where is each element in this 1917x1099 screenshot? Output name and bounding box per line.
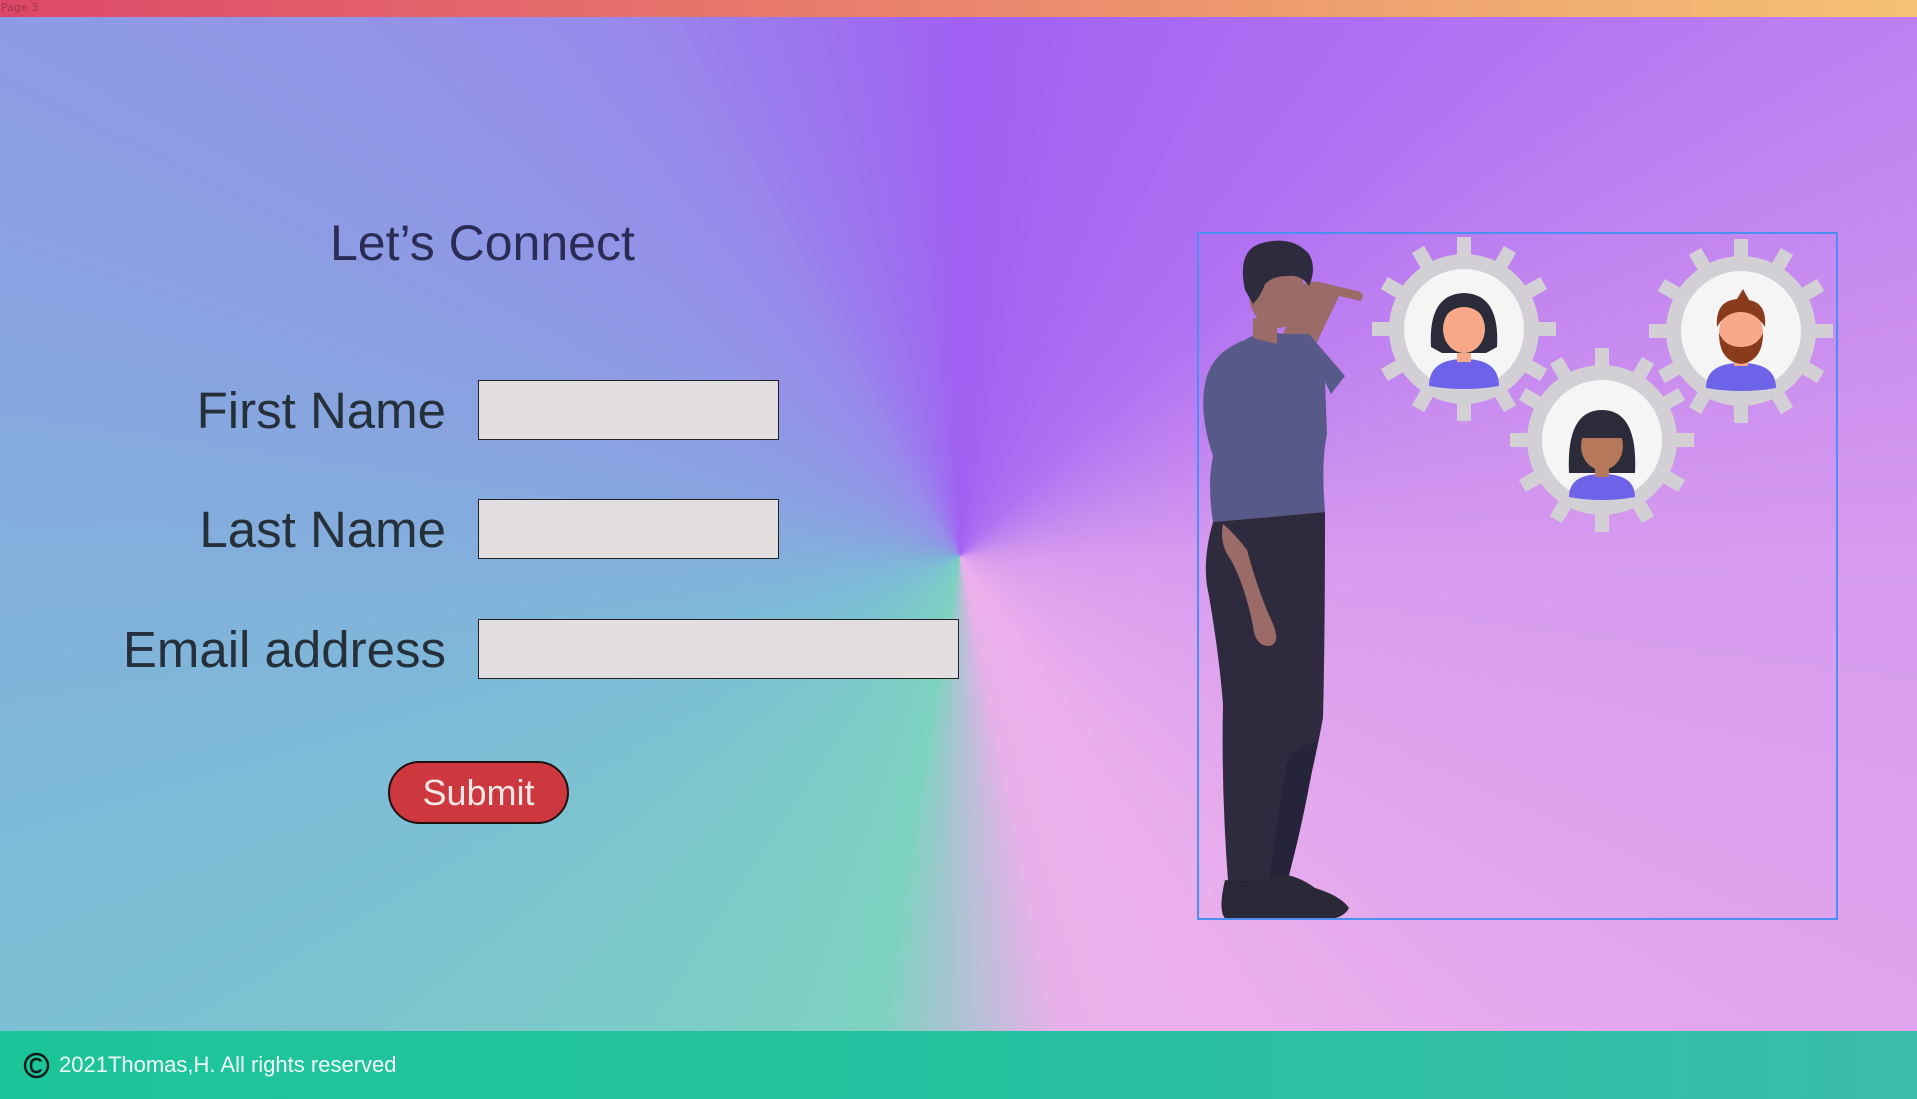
- last-name-label: Last Name: [199, 501, 446, 558]
- submit-button[interactable]: Submit: [388, 761, 569, 824]
- email-address-input[interactable]: [478, 619, 959, 679]
- page-title: Let’s Connect: [330, 215, 635, 271]
- email-address-label: Email address: [122, 621, 446, 678]
- copyright-text: 2021Thomas,H. All rights reserved: [59, 1052, 397, 1077]
- footer: 2021Thomas,H. All rights reserved: [0, 1031, 1917, 1099]
- first-name-label: First Name: [196, 382, 446, 439]
- man-figure: [1203, 240, 1363, 918]
- team-gears-illustration: [1197, 232, 1838, 920]
- page-label: Page 3: [1, 1, 39, 14]
- page: Page 3 Let’s Connect First Name Last Nam…: [0, 0, 1917, 1099]
- top-bar: Page 3: [0, 0, 1917, 17]
- content-area: Let’s Connect First Name Last Name Email…: [0, 17, 1917, 1031]
- copyright-icon: [23, 1052, 50, 1079]
- first-name-input[interactable]: [478, 380, 779, 440]
- last-name-input[interactable]: [478, 499, 779, 559]
